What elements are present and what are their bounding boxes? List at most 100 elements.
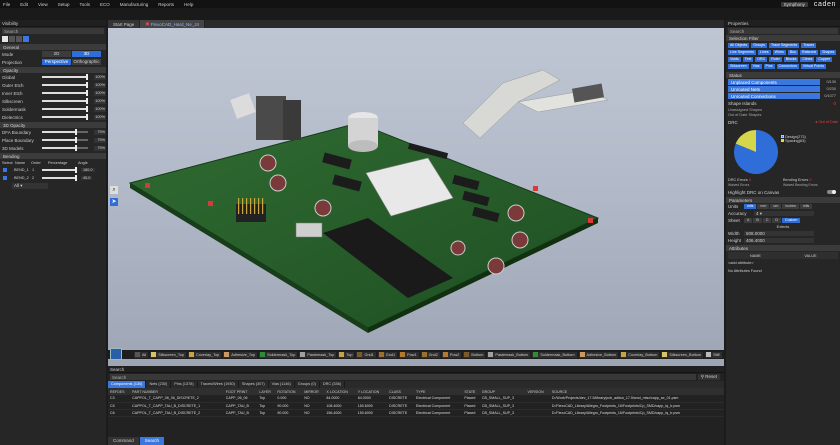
view-cube-icon[interactable] bbox=[110, 348, 122, 360]
attributes-section[interactable]: Attributes bbox=[726, 245, 840, 251]
layer-toggle[interactable]: Pow2 bbox=[441, 351, 462, 358]
sheet-custom[interactable]: Custom bbox=[782, 218, 801, 223]
menu-edit[interactable]: Edit bbox=[20, 2, 28, 7]
slider-knob[interactable] bbox=[75, 137, 77, 143]
properties-search-input[interactable]: Search bbox=[728, 28, 838, 34]
units-mils[interactable]: mils bbox=[744, 204, 757, 209]
menu-setup[interactable]: Setup bbox=[58, 2, 70, 7]
filter-chip[interactable]: Silkscreen bbox=[728, 64, 749, 69]
search-tab[interactable]: Groups (0) bbox=[295, 381, 320, 388]
slider-knob[interactable] bbox=[75, 129, 77, 135]
opacity-value[interactable]: 100% bbox=[94, 90, 106, 96]
layer-toggle[interactable]: Silkscreen_Top bbox=[150, 351, 186, 358]
column-header[interactable]: LAYER bbox=[257, 388, 276, 395]
layer-toggle[interactable]: All bbox=[134, 351, 149, 358]
filter-chip[interactable]: Wires bbox=[772, 50, 786, 55]
opacity-value[interactable]: 75% bbox=[94, 137, 106, 143]
opacity-slider[interactable] bbox=[42, 106, 88, 112]
layer-toggle[interactable]: Coverlay_Top bbox=[187, 351, 222, 358]
layer-toggle[interactable]: Gnd2 bbox=[420, 351, 440, 358]
layers-icon[interactable] bbox=[16, 36, 22, 42]
highlight-toggle[interactable] bbox=[827, 190, 836, 194]
filter-chip[interactable]: Blocks bbox=[783, 57, 799, 62]
opacity-slider[interactable] bbox=[42, 129, 88, 135]
opacity-slider[interactable] bbox=[42, 74, 88, 80]
slider-knob[interactable] bbox=[86, 82, 88, 88]
column-header[interactable]: SOURCE bbox=[549, 388, 724, 395]
search-tab[interactable]: Traces/Wires (1930) bbox=[198, 381, 239, 388]
accuracy-select[interactable]: 4 ▾ bbox=[754, 211, 814, 216]
menu-view[interactable]: View bbox=[38, 2, 48, 7]
units-mm[interactable]: mm bbox=[757, 204, 770, 209]
filter-chip[interactable]: Lines bbox=[757, 50, 771, 55]
opacity-slider[interactable] bbox=[42, 98, 88, 104]
opacity-slider[interactable] bbox=[42, 90, 88, 96]
sheet-a[interactable]: A bbox=[744, 218, 753, 223]
3d-viewport[interactable]: ⌕ ➤ bbox=[108, 28, 724, 366]
layer-toggle[interactable]: Pastemask_Top bbox=[299, 351, 337, 358]
filter-chip[interactable]: Vias bbox=[750, 64, 762, 69]
filter-chip[interactable]: Connectors bbox=[776, 64, 799, 69]
layer-toggle[interactable]: Stiff bbox=[705, 351, 722, 358]
edit-icon[interactable] bbox=[9, 36, 15, 42]
filter-chip[interactable]: Trace Segments bbox=[768, 43, 800, 48]
monitor-icon[interactable] bbox=[23, 36, 29, 42]
opacity-value[interactable]: 100% bbox=[94, 82, 106, 88]
column-header[interactable]: Y LOCATION bbox=[355, 388, 388, 395]
tab-command[interactable]: Command bbox=[108, 437, 139, 445]
filter-chip[interactable]: Line Segments bbox=[728, 50, 756, 55]
opacity-value[interactable]: 100% bbox=[94, 98, 106, 104]
search-tab[interactable]: Components (130) bbox=[108, 381, 147, 388]
status-bar[interactable]: Unrouted Connections 0/1077 bbox=[728, 93, 836, 99]
filter-chip[interactable]: Clines bbox=[800, 57, 815, 62]
menu-eco[interactable]: ECO bbox=[100, 2, 110, 7]
opacity-value[interactable]: 75% bbox=[94, 129, 106, 135]
filter-chip[interactable]: Ratsnest bbox=[799, 50, 819, 55]
search-tab[interactable]: Vias (1146) bbox=[269, 381, 295, 388]
layer-toggle[interactable]: Gnd1 bbox=[377, 351, 398, 358]
status-bar[interactable]: Unrouted Nets 0/230 bbox=[728, 86, 836, 92]
bending-slider[interactable] bbox=[42, 175, 77, 181]
filter-chip[interactable]: Ruler bbox=[769, 57, 782, 62]
symphony-pill[interactable]: Symphony bbox=[780, 1, 808, 7]
bending-angle[interactable]: 180.0 bbox=[81, 168, 95, 172]
units-inches[interactable]: inches bbox=[782, 204, 799, 209]
select-arrow-icon[interactable]: ➤ bbox=[110, 198, 118, 206]
menu-file[interactable]: File bbox=[3, 2, 10, 7]
mode-3d[interactable]: 3D bbox=[72, 51, 101, 57]
menu-manufacturing[interactable]: Manufacturing bbox=[120, 2, 149, 7]
layer-toggle[interactable]: Silkscreen_Bottom bbox=[661, 351, 704, 358]
table-row[interactable]: C5 CAPPOL_T_CAPP_TAU_B_DISCRETE_1 CAPP_TAU… bbox=[108, 402, 724, 410]
layer-toggle[interactable]: Adhesive_Top bbox=[223, 351, 258, 358]
column-header[interactable]: CLASS bbox=[387, 388, 415, 395]
opacity-value[interactable]: 75% bbox=[94, 145, 106, 151]
column-header[interactable]: TYPE bbox=[414, 388, 463, 395]
bending-slider[interactable] bbox=[42, 167, 77, 173]
slider-knob[interactable] bbox=[86, 90, 88, 96]
table-row[interactable]: C3 CAPPOL_T_CAPP_08_06_DISCRETE_2 CAPP_06_… bbox=[108, 395, 724, 403]
bending-angle[interactable]: 45.0 bbox=[81, 176, 93, 180]
filter-chip[interactable]: All Objects bbox=[728, 43, 750, 48]
units-mils-alt[interactable]: mils bbox=[799, 204, 813, 209]
layer-toggle[interactable]: Adhesive_Bottom bbox=[578, 351, 619, 358]
opacity-value[interactable]: 100% bbox=[94, 114, 106, 120]
filter-chip[interactable]: Virtual Points bbox=[800, 64, 827, 69]
search-input[interactable]: Search bbox=[110, 374, 696, 380]
slider-knob[interactable] bbox=[86, 98, 88, 104]
column-header[interactable]: GROUP bbox=[479, 388, 526, 395]
tab-design[interactable]: ▣ FlexoCAD_Hard_Ne_J4 bbox=[140, 20, 206, 28]
sheet-c[interactable]: C bbox=[762, 218, 772, 223]
bending-all-dropdown[interactable]: All ▾ bbox=[12, 183, 48, 189]
mode-2d[interactable]: 2D bbox=[42, 51, 71, 57]
filter-chip[interactable]: Copper bbox=[816, 57, 833, 62]
column-header[interactable]: PART NUMBER bbox=[130, 388, 224, 395]
menu-tools[interactable]: Tools bbox=[79, 2, 90, 7]
bending-checkbox[interactable] bbox=[3, 176, 7, 180]
tab-start-page[interactable]: Start Page bbox=[108, 20, 141, 28]
view-icon[interactable] bbox=[2, 36, 8, 42]
opacity-value[interactable]: 100% bbox=[94, 106, 106, 112]
column-header[interactable]: STATE bbox=[462, 388, 480, 395]
status-bar[interactable]: Unplaced Components 0/130 bbox=[728, 79, 836, 85]
layer-toggle[interactable]: Pow1 bbox=[399, 351, 419, 358]
width-input[interactable]: 508.0000 bbox=[744, 231, 814, 236]
